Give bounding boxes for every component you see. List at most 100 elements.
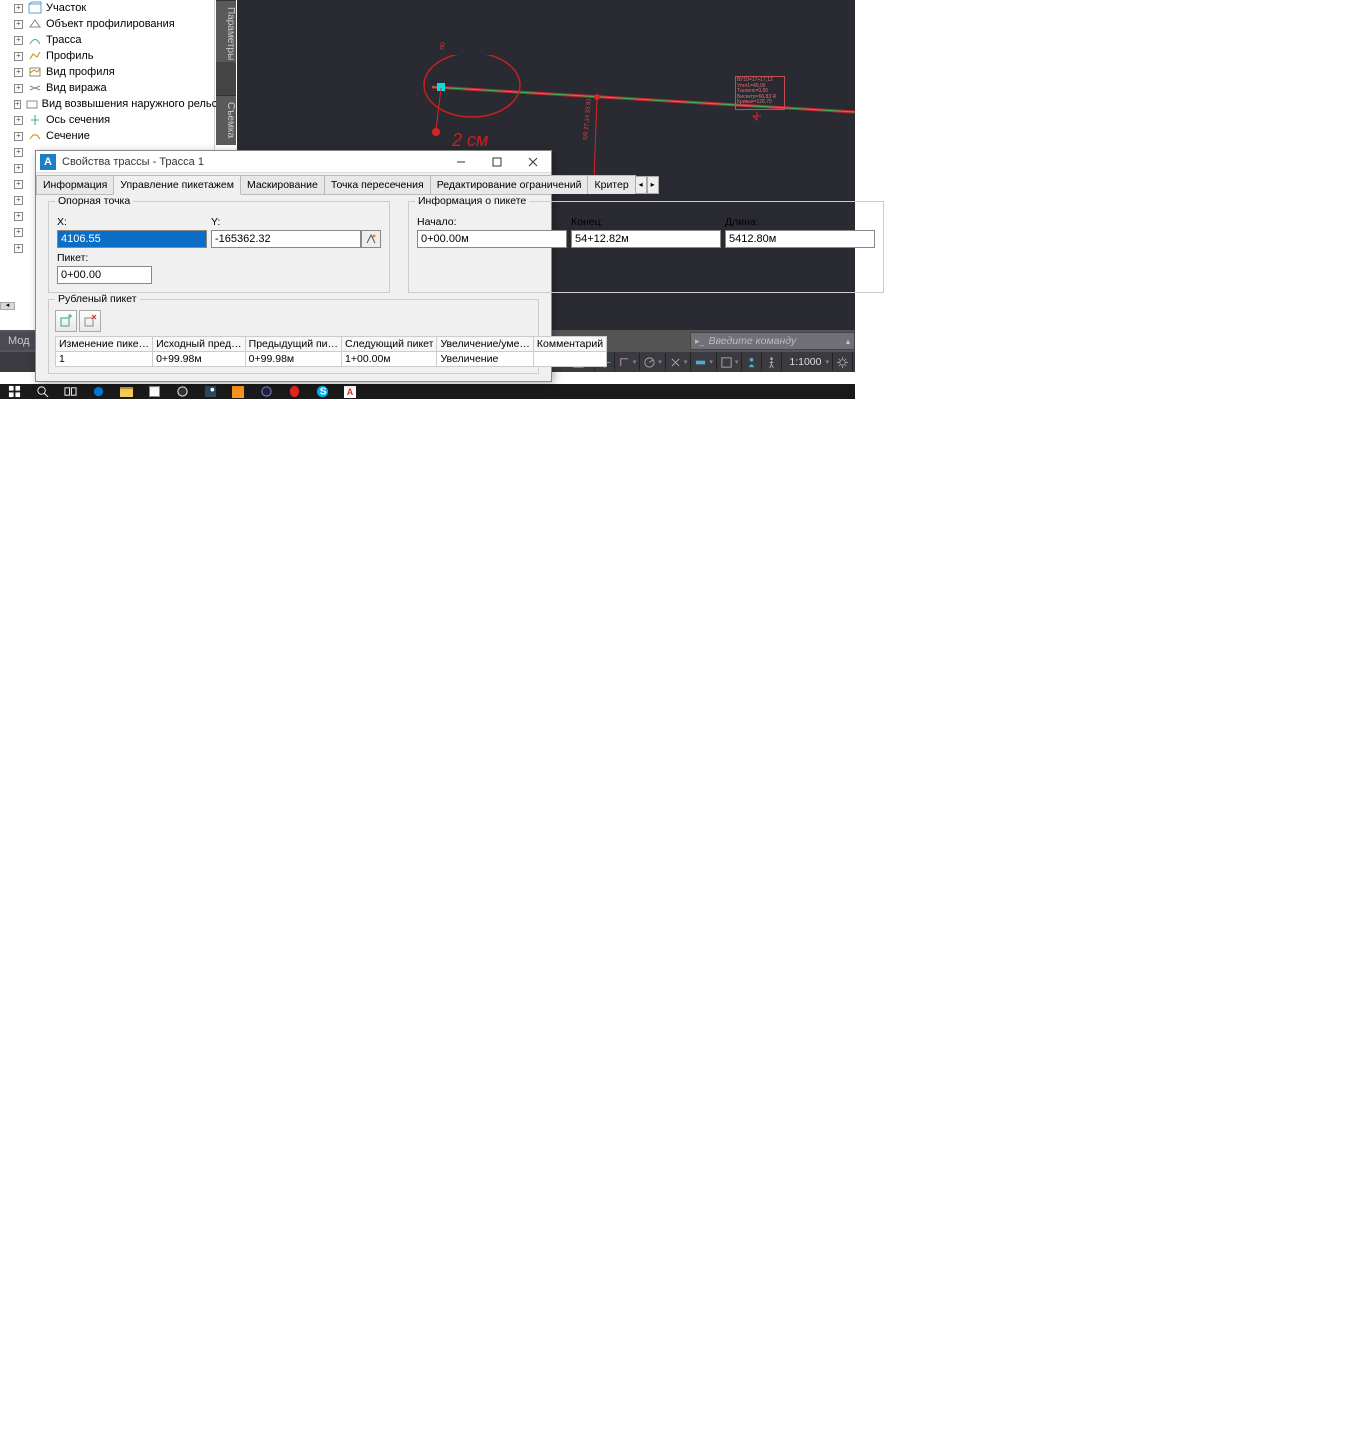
table-row[interactable]: 1 0+99.98м 0+99.98м 1+00.00м Увеличение <box>56 352 607 367</box>
explorer-icon[interactable] <box>112 384 140 399</box>
expand-icon[interactable]: + <box>14 116 23 125</box>
tree-label: Вид профиля <box>46 66 115 78</box>
x-input[interactable] <box>57 230 207 248</box>
profile-view-icon <box>27 64 43 80</box>
col-header[interactable]: Изменение пике… <box>56 337 153 352</box>
status-gear-icon[interactable] <box>833 353 853 371</box>
tab-scroll-right-icon[interactable]: ▸ <box>647 176 659 194</box>
scroll-left-icon[interactable]: ◂ <box>0 302 15 310</box>
expand-icon[interactable]: + <box>14 4 23 13</box>
tree-item-grading[interactable]: + Объект профилирования <box>0 16 214 32</box>
close-button[interactable] <box>515 152 551 172</box>
dialog-titlebar[interactable]: A Свойства трассы - Трасса 1 <box>36 151 551 173</box>
col-header[interactable]: Увеличение/уме… <box>437 337 533 352</box>
tab-station-control[interactable]: Управление пикетажем <box>113 175 241 195</box>
status-scale[interactable]: 1:1000▾ <box>782 353 833 371</box>
tree-item-site[interactable]: + Участок <box>0 0 214 16</box>
task-view-icon[interactable] <box>56 384 84 399</box>
status-walk-icon[interactable] <box>762 353 782 371</box>
side-handle[interactable] <box>216 62 236 95</box>
status-ortho-icon[interactable] <box>615 353 641 371</box>
tree-item-cant-view[interactable]: + Вид возвышения наружного рельса <box>0 96 214 112</box>
tab-masking[interactable]: Маскирование <box>240 175 325 194</box>
opera-icon[interactable] <box>280 384 308 399</box>
tab-information[interactable]: Информация <box>36 175 114 194</box>
site-icon <box>27 0 43 16</box>
expand-icon[interactable]: + <box>14 68 23 77</box>
command-dropdown-icon[interactable]: ▴ <box>846 337 850 346</box>
tab-intersection[interactable]: Точка пересечения <box>324 175 431 194</box>
skype-icon[interactable]: S <box>308 384 336 399</box>
app-icon-2[interactable] <box>252 384 280 399</box>
expand-icon[interactable]: + <box>14 36 23 45</box>
minimize-button[interactable] <box>443 152 479 172</box>
reference-point-group: Опорная точка X: Y: Пикет: <box>48 201 390 293</box>
status-transparency-icon[interactable] <box>717 353 743 371</box>
section-icon <box>27 128 43 144</box>
expand-icon[interactable]: + <box>14 164 23 173</box>
autodesk-icon: A <box>40 154 56 170</box>
side-tab-parameters[interactable]: Параметры <box>216 0 236 62</box>
group-legend: Информация о пикете <box>415 195 529 207</box>
add-row-button[interactable] <box>55 310 77 332</box>
superelevation-icon <box>27 80 43 96</box>
status-person-icon[interactable] <box>742 353 762 371</box>
expand-icon[interactable]: + <box>14 180 23 189</box>
expand-icon[interactable]: + <box>14 228 23 237</box>
station-info-group: Информация о пикете Начало: Конец: Длина… <box>408 201 884 293</box>
model-tab[interactable]: Мод <box>0 332 38 350</box>
expand-icon[interactable]: + <box>14 196 23 205</box>
start-input[interactable] <box>417 230 567 248</box>
tree-item-superelevation[interactable]: + Вид виража <box>0 80 214 96</box>
tab-constraint-edit[interactable]: Редактирование ограничений <box>430 175 589 194</box>
col-header[interactable]: Исходный пред… <box>153 337 246 352</box>
expand-icon[interactable]: + <box>14 244 23 253</box>
store-icon[interactable] <box>140 384 168 399</box>
expand-icon[interactable]: + <box>14 148 23 157</box>
y-label: Y: <box>211 216 381 228</box>
steam-icon[interactable] <box>196 384 224 399</box>
tree-label: Профиль <box>46 50 94 62</box>
delete-row-button[interactable] <box>79 310 101 332</box>
app-icon-1[interactable] <box>168 384 196 399</box>
status-osnap-icon[interactable] <box>666 353 692 371</box>
status-lineweight-icon[interactable] <box>691 353 717 371</box>
col-header[interactable]: Следующий пикет <box>342 337 437 352</box>
media-icon[interactable] <box>224 384 252 399</box>
pick-point-button[interactable] <box>361 230 381 248</box>
tree-item-profile-view[interactable]: + Вид профиля <box>0 64 214 80</box>
expand-icon[interactable]: + <box>14 20 23 29</box>
cant-icon <box>25 96 39 112</box>
expand-icon[interactable]: + <box>14 52 23 61</box>
expand-icon[interactable]: + <box>14 212 23 221</box>
status-polar-icon[interactable] <box>640 353 666 371</box>
expand-icon[interactable]: + <box>14 132 23 141</box>
tree-label: Сечение <box>46 130 90 142</box>
group-legend: Опорная точка <box>55 195 133 207</box>
command-input[interactable]: Введите команду <box>709 335 846 347</box>
end-input[interactable] <box>571 230 721 248</box>
tab-criteria[interactable]: Критер <box>587 175 635 194</box>
tree-item-section[interactable]: + Сечение <box>0 128 214 144</box>
col-header[interactable]: Предыдущий пи… <box>245 337 341 352</box>
tab-scroll-left-icon[interactable]: ◂ <box>635 176 647 194</box>
tree-item-profile[interactable]: + Профиль <box>0 48 214 64</box>
search-icon[interactable] <box>28 384 56 399</box>
expand-icon[interactable]: + <box>14 84 23 93</box>
command-input-wrap[interactable]: ▸_ Введите команду ▴ <box>690 332 855 350</box>
tree-item-alignment[interactable]: + Трасса <box>0 32 214 48</box>
col-header[interactable]: Комментарий <box>533 337 606 352</box>
alignment-icon <box>27 32 43 48</box>
side-tab-survey[interactable]: Съемка <box>216 95 236 145</box>
y-input[interactable] <box>211 230 361 248</box>
tree-item-sample-line[interactable]: + Ось сечения <box>0 112 214 128</box>
profile-icon <box>27 48 43 64</box>
station-equations-table[interactable]: Изменение пике… Исходный пред… Предыдущи… <box>55 336 607 367</box>
station-input[interactable] <box>57 266 152 284</box>
maximize-button[interactable] <box>479 152 515 172</box>
start-button[interactable] <box>0 384 28 399</box>
autocad-icon[interactable]: A <box>336 384 364 399</box>
expand-icon[interactable]: + <box>14 100 21 109</box>
edge-icon[interactable] <box>84 384 112 399</box>
length-input[interactable] <box>725 230 875 248</box>
